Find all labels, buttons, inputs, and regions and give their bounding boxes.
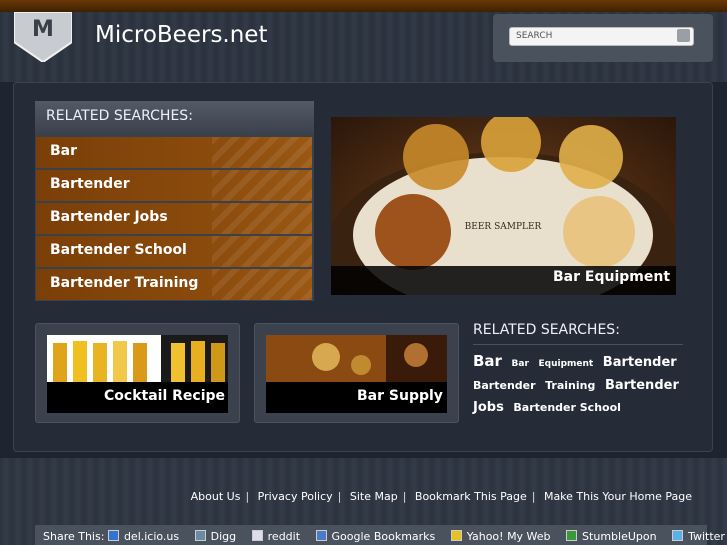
share-delicious[interactable]: del.icio.us bbox=[107, 530, 179, 543]
related-item-bartender[interactable]: Bartender bbox=[36, 170, 312, 201]
related-item-label: Bar bbox=[50, 143, 78, 159]
yahoo-icon bbox=[450, 530, 462, 541]
tag-bartender[interactable]: Bartender bbox=[603, 355, 677, 370]
tile-caption[interactable]: Cocktail Recipe bbox=[104, 388, 225, 404]
stumbleupon-icon bbox=[566, 530, 578, 541]
logo-letter: M bbox=[32, 17, 54, 42]
related-item-label: Bartender Training bbox=[50, 275, 199, 291]
share-reddit[interactable]: reddit bbox=[251, 530, 300, 543]
digg-icon bbox=[194, 530, 206, 541]
delicious-icon bbox=[107, 530, 119, 541]
related-item-label: Bartender School bbox=[50, 242, 187, 258]
tag-jobs[interactable]: Jobs bbox=[473, 400, 504, 415]
related-item-bartender-jobs[interactable]: Bartender Jobs bbox=[36, 203, 312, 234]
tile-caption[interactable]: Bar Supply bbox=[357, 388, 443, 404]
tag-cloud: Bar Bar Equipment Bartender Bartender Tr… bbox=[473, 351, 688, 418]
related-item-bartender-school[interactable]: Bartender School bbox=[36, 236, 312, 267]
google-icon bbox=[315, 530, 327, 541]
tile-image-cocktail bbox=[47, 335, 228, 382]
tag-bartender-school[interactable]: Bartender School bbox=[513, 401, 621, 414]
tag-equipment[interactable]: Equipment bbox=[538, 359, 593, 369]
beer-sampler-text: BEER SAMPLER bbox=[465, 222, 542, 232]
tag-training[interactable]: Training bbox=[545, 379, 595, 392]
related-item-bartender-training[interactable]: Bartender Training bbox=[36, 269, 312, 300]
footer-link-about[interactable]: About Us bbox=[191, 490, 241, 503]
related-item-bar[interactable]: Bar bbox=[36, 137, 312, 168]
tag-bar[interactable]: Bar bbox=[473, 352, 502, 370]
related-item-label: Bartender Jobs bbox=[50, 209, 168, 225]
share-twitter[interactable]: Twitter bbox=[672, 530, 725, 543]
share-yahoo[interactable]: Yahoo! My Web bbox=[450, 530, 551, 543]
share-stumbleupon[interactable]: StumbleUpon bbox=[566, 530, 657, 543]
share-label: Share This: bbox=[43, 530, 105, 543]
share-digg[interactable]: Digg bbox=[194, 530, 236, 543]
tag-bar-small[interactable]: Bar bbox=[512, 359, 529, 369]
site-title[interactable]: MicroBeers.net bbox=[95, 22, 267, 48]
twitter-icon bbox=[672, 530, 684, 541]
top-accent-bar bbox=[0, 0, 727, 12]
share-row: Share This: del.icio.us Digg reddit Goog… bbox=[43, 530, 727, 543]
share-google-bookmarks[interactable]: Google Bookmarks bbox=[315, 530, 435, 543]
hero-caption[interactable]: Bar Equipment bbox=[553, 269, 670, 285]
footer-link-privacy[interactable]: Privacy Policy bbox=[258, 490, 333, 503]
footer-link-bookmark[interactable]: Bookmark This Page bbox=[415, 490, 527, 503]
search-input[interactable]: SEARCH bbox=[509, 27, 694, 46]
reddit-icon bbox=[251, 530, 263, 541]
related-searches-title-secondary: RELATED SEARCHES: bbox=[473, 322, 620, 338]
tag-bartender-training-a[interactable]: Bartender bbox=[473, 379, 536, 392]
tag-bartender-jobs-a[interactable]: Bartender bbox=[605, 378, 679, 393]
related-searches-title: RELATED SEARCHES: bbox=[46, 108, 193, 124]
footer-links: About Us | Privacy Policy | Site Map | Book… bbox=[190, 490, 692, 503]
footer-link-sitemap[interactable]: Site Map bbox=[350, 490, 398, 503]
tile-image-bar-supply bbox=[266, 335, 447, 382]
footer-link-homepage[interactable]: Make This Your Home Page bbox=[544, 490, 692, 503]
search-icon[interactable] bbox=[677, 29, 690, 42]
related-item-label: Bartender bbox=[50, 176, 130, 192]
divider bbox=[473, 344, 683, 345]
